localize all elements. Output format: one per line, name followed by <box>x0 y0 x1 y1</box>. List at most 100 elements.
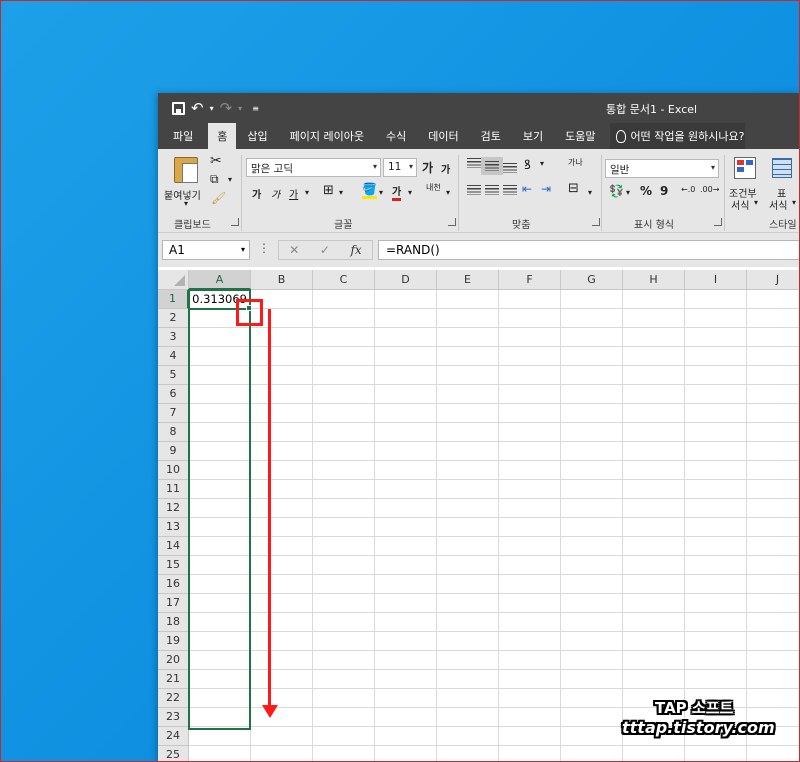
align-top-icon[interactable] <box>467 158 481 168</box>
borders-icon[interactable]: ⊞ <box>323 183 334 198</box>
accounting-format-icon[interactable]: 💱 <box>609 184 624 198</box>
font-color-dropdown-icon[interactable]: ▾ <box>408 188 412 197</box>
row-header-20[interactable]: 20 <box>158 651 189 670</box>
column-header-i[interactable]: I <box>685 270 747 290</box>
row-header-5[interactable]: 5 <box>158 366 189 385</box>
font-launcher-icon[interactable] <box>448 218 456 226</box>
column-header-h[interactable]: H <box>623 270 685 290</box>
row-header-16[interactable]: 16 <box>158 575 189 594</box>
row-header-6[interactable]: 6 <box>158 385 189 404</box>
column-header-d[interactable]: D <box>375 270 437 290</box>
row-header-14[interactable]: 14 <box>158 537 189 556</box>
row-header-15[interactable]: 15 <box>158 556 189 575</box>
merge-dropdown-icon[interactable]: ▾ <box>588 188 592 197</box>
conditional-formatting-icon[interactable] <box>734 157 756 179</box>
percent-style-button[interactable]: % <box>640 184 652 198</box>
borders-dropdown-icon[interactable]: ▾ <box>339 188 343 197</box>
tab-formulas[interactable]: 수식 <box>375 123 417 149</box>
number-format-combo[interactable]: 일반 ▾ <box>605 159 719 178</box>
clipboard-launcher-icon[interactable] <box>231 218 239 226</box>
undo-dropdown-icon[interactable]: ▾ <box>210 104 214 113</box>
font-color-button[interactable]: 가 <box>392 183 402 201</box>
paste-button[interactable]: 붙여넣기 <box>164 187 201 202</box>
decrease-decimal-icon[interactable]: .00→ <box>700 185 719 194</box>
row-header-10[interactable]: 10 <box>158 461 189 480</box>
alignment-launcher-icon[interactable] <box>592 218 600 226</box>
row-header-18[interactable]: 18 <box>158 613 189 632</box>
tab-insert[interactable]: 삽입 <box>236 123 278 149</box>
format-as-table-button-line2[interactable]: 서식 <box>769 197 787 212</box>
tab-page-layout[interactable]: 페이지 레이아웃 <box>279 123 375 149</box>
align-center-icon[interactable] <box>485 185 499 195</box>
paste-icon[interactable] <box>174 157 198 183</box>
customize-qat-icon[interactable]: ≡ <box>252 104 259 113</box>
shrink-font-button[interactable]: 가 <box>441 161 450 176</box>
row-header-9[interactable]: 9 <box>158 442 189 461</box>
row-header-22[interactable]: 22 <box>158 689 189 708</box>
row-header-21[interactable]: 21 <box>158 670 189 689</box>
increase-decimal-icon[interactable]: ←.0 <box>681 185 695 194</box>
decrease-indent-icon[interactable]: ⇤ <box>522 182 532 196</box>
row-header-23[interactable]: 23 <box>158 708 189 727</box>
bold-button[interactable]: 가 <box>252 186 261 201</box>
phonetic-button[interactable]: 내천 <box>426 182 441 193</box>
format-as-table-icon[interactable] <box>772 158 792 178</box>
row-header-24[interactable]: 24 <box>158 727 189 746</box>
row-header-7[interactable]: 7 <box>158 404 189 423</box>
tab-view[interactable]: 보기 <box>512 123 554 149</box>
conditional-formatting-dropdown-icon[interactable]: ▾ <box>754 198 758 207</box>
row-header-17[interactable]: 17 <box>158 594 189 613</box>
row-header-13[interactable]: 13 <box>158 518 189 537</box>
underline-dropdown-icon[interactable]: ▾ <box>305 188 309 197</box>
row-header-8[interactable]: 8 <box>158 423 189 442</box>
fill-color-icon[interactable]: 🪣 <box>362 182 377 199</box>
cells-area[interactable] <box>189 290 800 762</box>
select-all-button[interactable] <box>158 270 189 290</box>
font-name-combo[interactable]: 맑은 고딕 ▾ <box>246 158 381 177</box>
orientation-dropdown-icon[interactable]: ▾ <box>540 159 544 168</box>
row-header-3[interactable]: 3 <box>158 328 189 347</box>
format-as-table-dropdown-icon[interactable]: ▾ <box>792 198 796 207</box>
copy-dropdown-icon[interactable]: ▾ <box>228 175 232 184</box>
cut-icon[interactable]: ✂ <box>210 153 222 169</box>
column-header-e[interactable]: E <box>437 270 499 290</box>
row-header-25[interactable]: 25 <box>158 746 189 762</box>
align-bottom-icon[interactable] <box>503 163 517 173</box>
column-header-a[interactable]: A <box>189 270 251 290</box>
tab-home[interactable]: 홈 <box>208 123 237 149</box>
column-header-b[interactable]: B <box>251 270 313 290</box>
tab-file[interactable]: 파일 <box>158 123 208 149</box>
increase-indent-icon[interactable]: ⇥ <box>541 182 551 196</box>
row-header-1[interactable]: 1 <box>158 290 189 309</box>
copy-icon[interactable]: ⧉ <box>210 172 219 187</box>
accounting-dropdown-icon[interactable]: ▾ <box>626 188 630 197</box>
format-painter-icon[interactable]: 🖌 <box>211 191 226 205</box>
enter-icon[interactable]: ✓ <box>320 243 330 257</box>
number-launcher-icon[interactable] <box>714 218 722 226</box>
save-icon[interactable] <box>172 101 185 115</box>
name-box[interactable]: A1 ▾ <box>162 240 250 260</box>
merge-center-icon[interactable]: ⊟ <box>568 181 579 196</box>
conditional-formatting-button-line2[interactable]: 서식 <box>731 197 749 212</box>
column-header-g[interactable]: G <box>561 270 623 290</box>
align-middle-icon[interactable] <box>481 157 503 175</box>
undo-icon[interactable]: ↶ <box>191 99 204 117</box>
align-left-icon[interactable] <box>467 185 481 195</box>
insert-function-icon[interactable]: fx <box>350 243 361 257</box>
align-right-icon[interactable] <box>503 185 517 195</box>
row-header-12[interactable]: 12 <box>158 499 189 518</box>
tab-review[interactable]: 검토 <box>470 123 512 149</box>
underline-button[interactable]: 가 <box>289 186 298 201</box>
row-header-4[interactable]: 4 <box>158 347 189 366</box>
italic-button[interactable]: 가 <box>271 186 280 201</box>
tell-me-box[interactable]: 어떤 작업을 원하시나요? <box>610 123 745 149</box>
fill-color-dropdown-icon[interactable]: ▾ <box>379 188 383 197</box>
wrap-text-button[interactable]: 가나 <box>568 157 583 168</box>
formula-input[interactable]: =RAND() <box>378 240 800 260</box>
column-header-c[interactable]: C <box>313 270 375 290</box>
tab-data[interactable]: 데이터 <box>417 123 469 149</box>
row-header-19[interactable]: 19 <box>158 632 189 651</box>
cancel-icon[interactable]: ✕ <box>289 243 299 257</box>
phonetic-dropdown-icon[interactable]: ▾ <box>446 188 450 197</box>
paste-dropdown-icon[interactable]: ▾ <box>184 199 188 208</box>
